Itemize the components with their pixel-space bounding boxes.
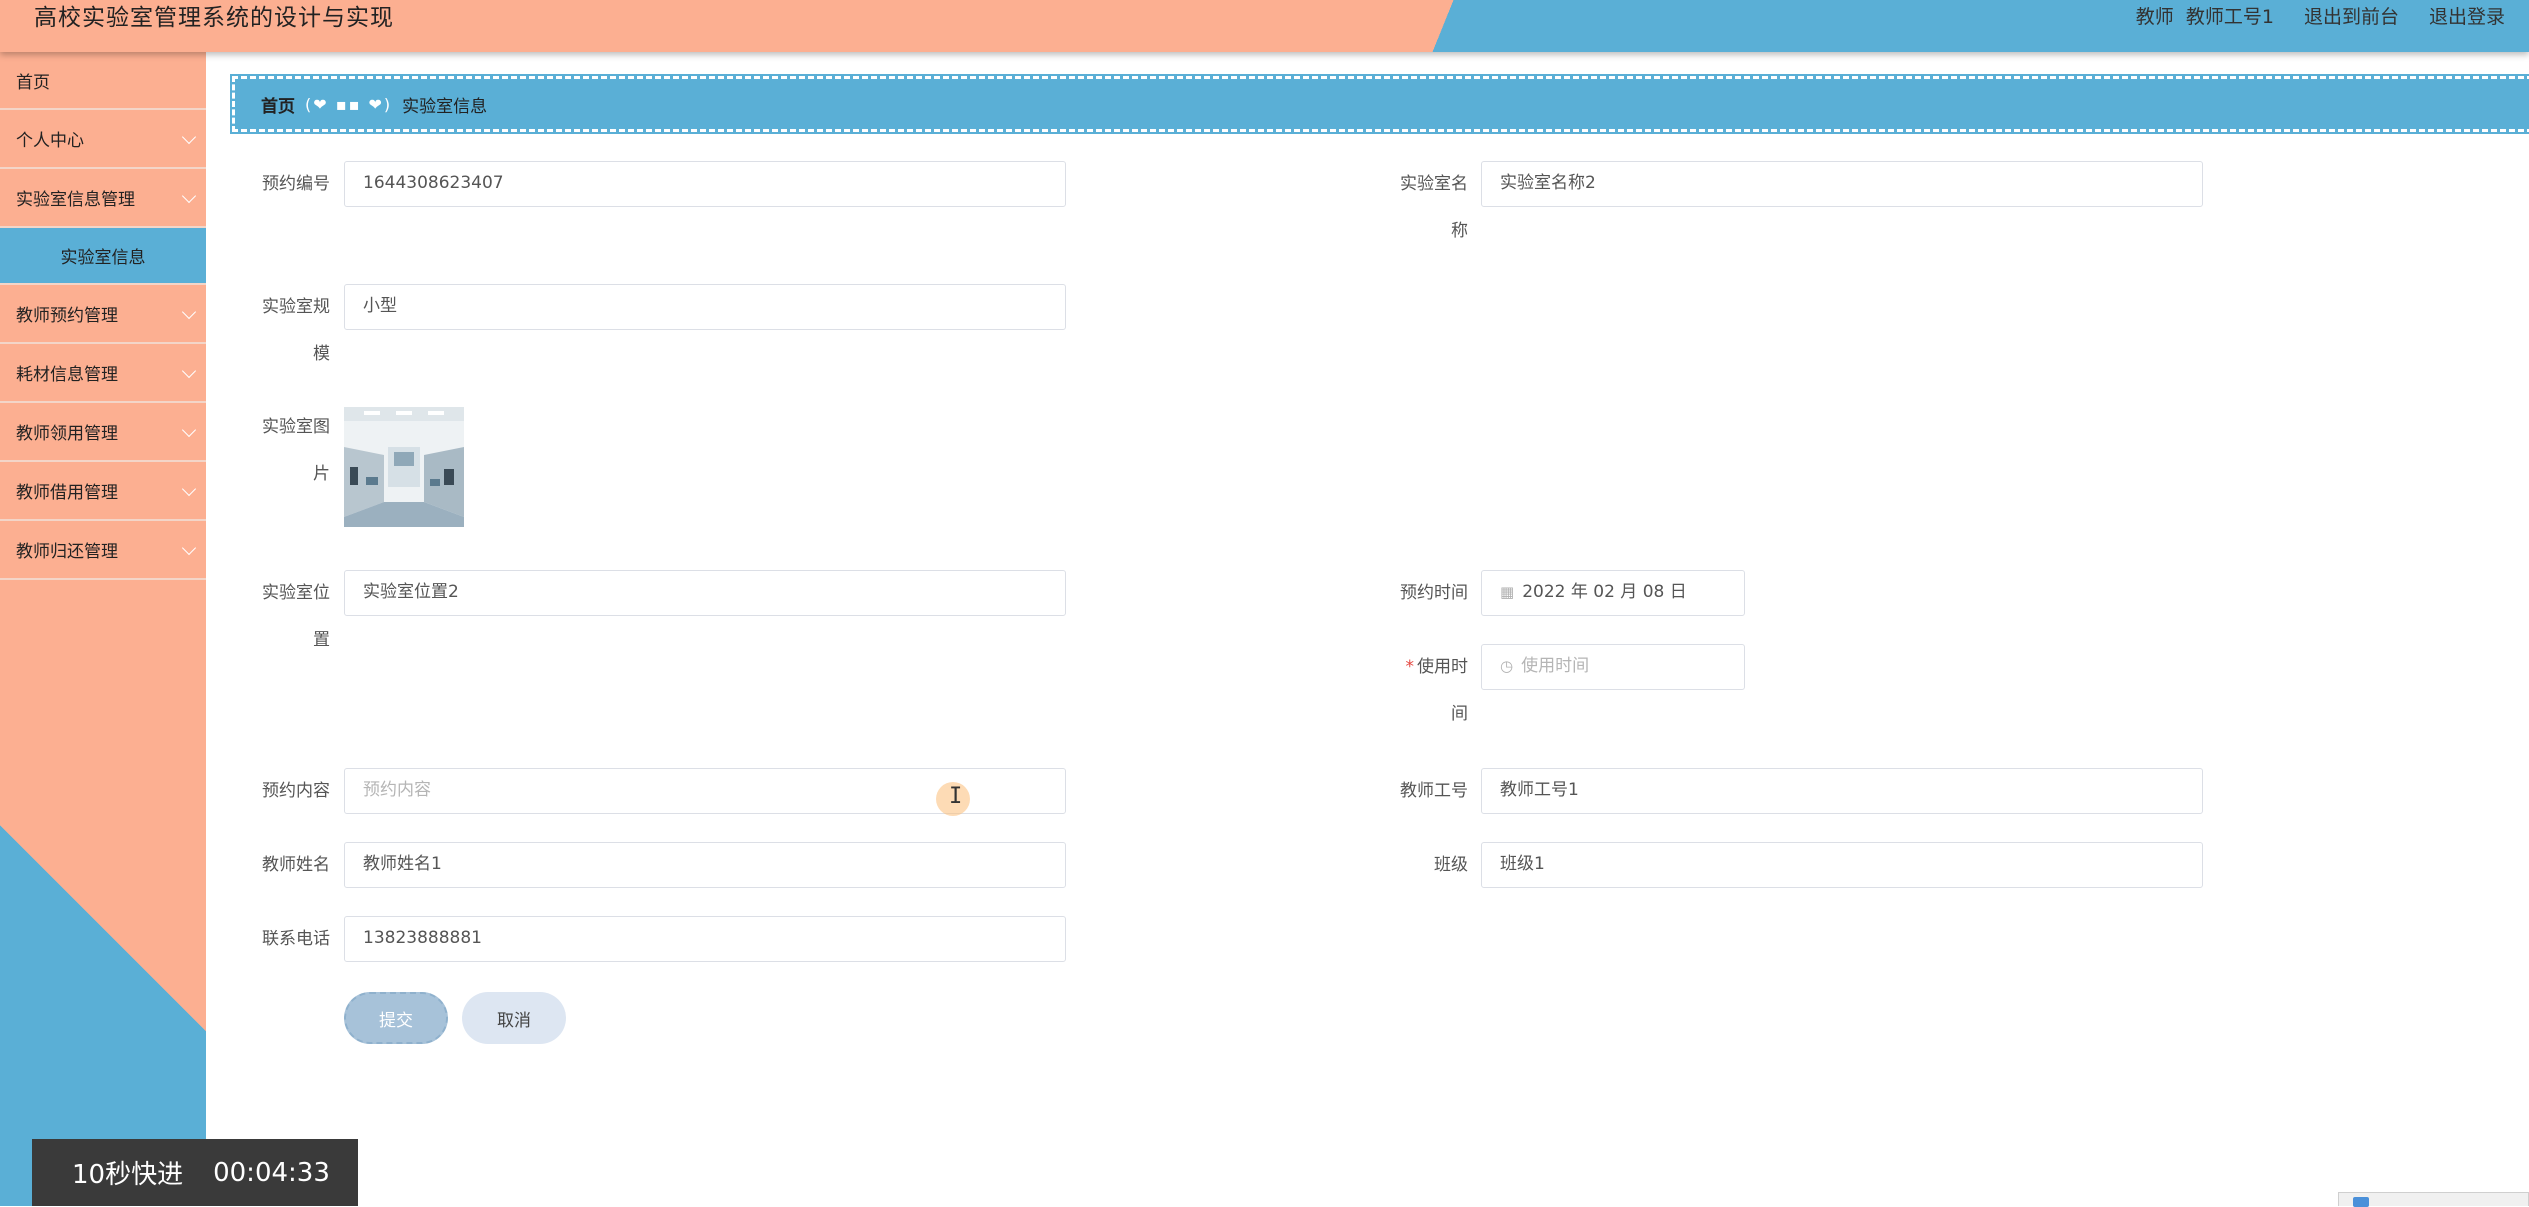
- booking-time-picker[interactable]: ▦ 2022 年 02 月 08 日: [1481, 570, 1745, 616]
- phone-input[interactable]: 13823888881: [344, 916, 1066, 962]
- lab-size-label: 实验室规模: [262, 297, 330, 364]
- lab-name-label-text: 实验室名称: [1400, 174, 1468, 241]
- booking-no-label: 预约编号: [262, 174, 330, 194]
- booking-no-input[interactable]: 1644308623407: [344, 161, 1066, 207]
- cancel-button[interactable]: 取消: [462, 992, 566, 1044]
- sidebar-item-consumables[interactable]: 耗材信息管理: [0, 344, 206, 403]
- calendar-icon: ▦: [1500, 583, 1515, 601]
- app-title: 高校实验室管理系统的设计与实现: [34, 5, 394, 31]
- sidebar-item-personal-center[interactable]: 个人中心: [0, 110, 206, 169]
- booking-content-label: 预约内容: [262, 781, 330, 801]
- sidebar-item-label: 实验室信息管理: [16, 190, 135, 210]
- chevron-down-icon: [181, 540, 197, 555]
- chevron-down-icon: [181, 481, 197, 496]
- sidebar-item-teacher-booking[interactable]: 教师预约管理: [0, 285, 206, 344]
- lab-location-input[interactable]: 实验室位置2: [344, 570, 1066, 616]
- booking-time-value: 2022 年 02 月 08 日: [1522, 582, 1687, 602]
- use-time-label-text: 使用时间: [1417, 657, 1468, 724]
- use-time-picker[interactable]: ◷ 使用时间: [1481, 644, 1745, 690]
- chevron-down-icon: [181, 188, 197, 203]
- sidebar: 首页 个人中心 实验室信息管理 实验室信息 教师预约管理 耗材信息管理 教师领用…: [0, 52, 206, 1206]
- sidebar-item-lab-info-management[interactable]: 实验室信息管理: [0, 169, 206, 228]
- user-role: 教师: [2135, 6, 2174, 28]
- top-header: 高校实验室管理系统的设计与实现 教师 教师工号1 退出到前台 退出登录: [0, 0, 2529, 52]
- sidebar-item-teacher-return[interactable]: 教师归还管理: [0, 521, 206, 580]
- lab-room-image: [344, 407, 464, 527]
- teacher-no-label: 教师工号: [1400, 781, 1468, 801]
- video-control-overlay: 10秒快进 00:04:33: [32, 1139, 358, 1206]
- teacher-name-input[interactable]: 教师姓名1: [344, 842, 1066, 888]
- chevron-down-icon: [181, 129, 197, 144]
- logout-link[interactable]: 退出登录: [2429, 2, 2505, 29]
- sidebar-item-label: 教师预约管理: [16, 306, 118, 326]
- sidebar-item-teacher-borrow[interactable]: 教师借用管理: [0, 462, 206, 521]
- user-name: 教师工号1: [2185, 6, 2274, 28]
- sidebar-item-label: 教师借用管理: [16, 483, 118, 503]
- booking-time-label: 预约时间: [1400, 583, 1468, 603]
- lab-location-label: 实验室位置: [262, 583, 330, 650]
- chevron-down-icon: [181, 304, 197, 319]
- header-user-area: 教师 教师工号1 退出到前台 退出登录: [2136, 2, 2505, 29]
- use-time-placeholder: 使用时间: [1521, 656, 1590, 676]
- sidebar-item-label: 教师归还管理: [16, 542, 118, 562]
- use-time-label: * 使用时间: [1392, 644, 1469, 738]
- corner-widget[interactable]: [2338, 1192, 2529, 1207]
- breadcrumb: 首页 (❤ ▪▪ ❤) 实验室信息: [230, 74, 2529, 134]
- text-cursor-icon: I: [949, 784, 963, 809]
- lab-photo[interactable]: [344, 407, 464, 527]
- fast-forward-button[interactable]: 10秒快进: [72, 1154, 183, 1191]
- breadcrumb-current: 实验室信息: [402, 96, 488, 117]
- sidebar-item-home[interactable]: 首页: [0, 52, 206, 110]
- sidebar-item-label: 耗材信息管理: [16, 365, 118, 385]
- user-info: 教师 教师工号1: [2136, 2, 2274, 29]
- playback-time: 00:04:33: [213, 1157, 330, 1188]
- sidebar-item-label: 教师领用管理: [16, 424, 118, 444]
- heart-separator-icon: (❤ ▪▪ ❤): [305, 94, 393, 114]
- lab-name-input[interactable]: 实验室名称2: [1481, 161, 2203, 207]
- sidebar-item-label: 实验室信息: [60, 248, 146, 268]
- sidebar-item-label: 首页: [16, 72, 50, 93]
- chevron-down-icon: [181, 422, 197, 437]
- lab-name-label: 实验室名称: [1392, 161, 1468, 255]
- chevron-down-icon: [181, 363, 197, 378]
- teacher-name-label: 教师姓名: [262, 855, 330, 875]
- phone-label: 联系电话: [262, 929, 330, 949]
- teacher-no-input[interactable]: 教师工号1: [1481, 768, 2203, 814]
- lab-image-label: 实验室图片: [262, 417, 330, 484]
- exit-to-front-link[interactable]: 退出到前台: [2304, 2, 2399, 29]
- required-asterisk: *: [1405, 657, 1415, 677]
- sidebar-item-label: 个人中心: [16, 131, 84, 151]
- class-label: 班级: [1434, 855, 1468, 875]
- breadcrumb-home[interactable]: 首页: [261, 92, 295, 117]
- sidebar-item-teacher-receive[interactable]: 教师领用管理: [0, 403, 206, 462]
- sidebar-subitem-lab-info[interactable]: 实验室信息: [0, 228, 206, 285]
- lab-size-input[interactable]: 小型: [344, 284, 1066, 330]
- clock-icon: ◷: [1500, 657, 1514, 675]
- class-input[interactable]: 班级1: [1481, 842, 2203, 888]
- submit-button[interactable]: 提交: [344, 992, 448, 1044]
